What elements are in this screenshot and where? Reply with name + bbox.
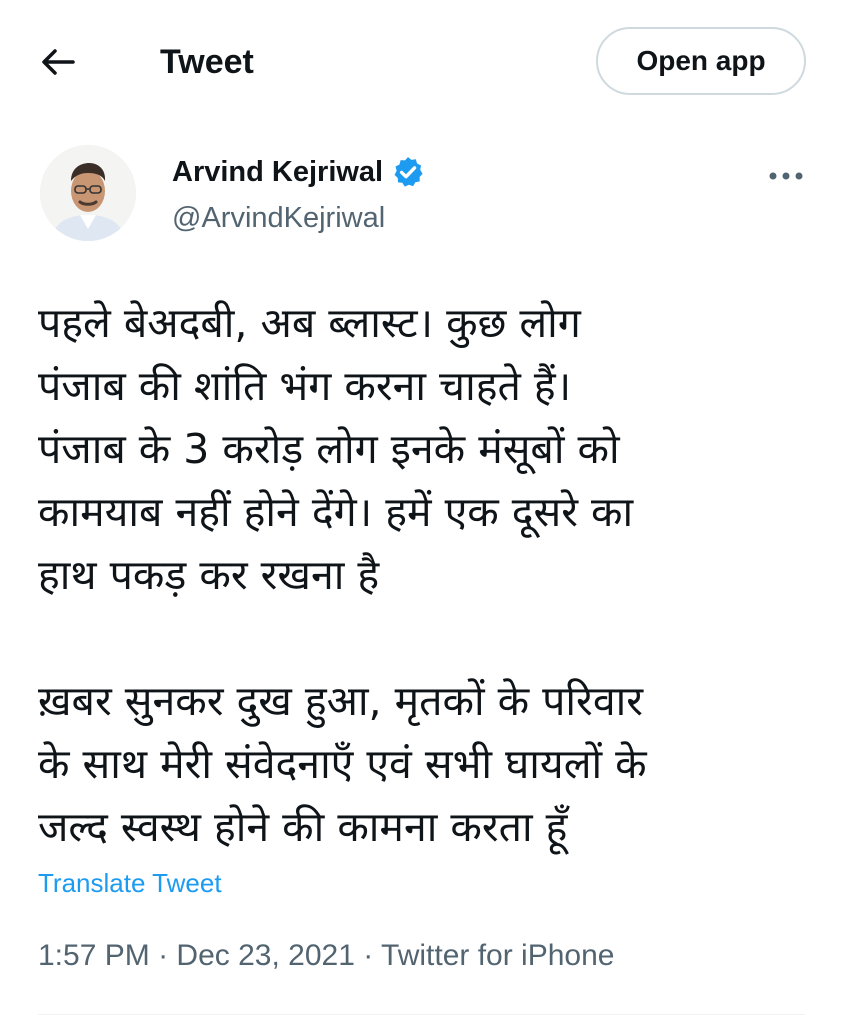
top-bar: Tweet Open app (0, 0, 843, 122)
author-handle[interactable]: @ArvindKejriwal (172, 198, 385, 238)
tweet-line: कामयाब नहीं होने देंगे। हमें एक दूसरे का (38, 488, 634, 536)
separator-dot: · (363, 939, 374, 972)
tweet-line: जल्द स्वस्थ होने की कामना करता हूँ (38, 803, 568, 851)
divider (38, 1014, 805, 1015)
tweet-line: ख़बर सुनकर दुख हुआ, मृतकों के परिवार (38, 677, 643, 725)
tweet-date[interactable]: Dec 23, 2021 (176, 939, 354, 972)
tweet-line: पहले बेअदबी, अब ब्लास्ट। कुछ लोग (38, 299, 581, 347)
tweet-text: पहले बेअदबी, अब ब्लास्ट। कुछ लोग पंजाब क… (38, 292, 828, 859)
author-name[interactable]: Arvind Kejriwal (172, 152, 383, 192)
back-button[interactable] (36, 40, 80, 84)
more-options-button[interactable] (760, 156, 812, 196)
avatar[interactable] (40, 145, 136, 241)
tweet-time[interactable]: 1:57 PM (38, 939, 150, 972)
tweet-line: के साथ मेरी संवेदनाएँ एवं सभी घायलों के (38, 740, 647, 788)
tweet-source[interactable]: Twitter for iPhone (381, 939, 614, 972)
tweet-line: पंजाब के 3 करोड़ लोग इनके मंसूबों को (38, 425, 620, 473)
tweet-line: पंजाब की शांति भंग करना चाहते हैं। (38, 362, 572, 410)
separator-dot: · (158, 939, 169, 972)
arrow-left-icon (42, 49, 75, 75)
page-title: Tweet (160, 43, 254, 81)
tweet-metadata: 1:57 PM · Dec 23, 2021 · Twitter for iPh… (38, 936, 614, 976)
open-app-button[interactable]: Open app (596, 27, 806, 95)
translate-tweet-link[interactable]: Translate Tweet (38, 866, 222, 900)
profile-photo-icon (40, 145, 136, 241)
tweet-line: हाथ पकड़ कर रखना है (38, 551, 380, 599)
verified-badge-icon (391, 155, 425, 189)
author-name-row[interactable]: Arvind Kejriwal (172, 152, 425, 192)
more-horizontal-icon (769, 172, 803, 180)
